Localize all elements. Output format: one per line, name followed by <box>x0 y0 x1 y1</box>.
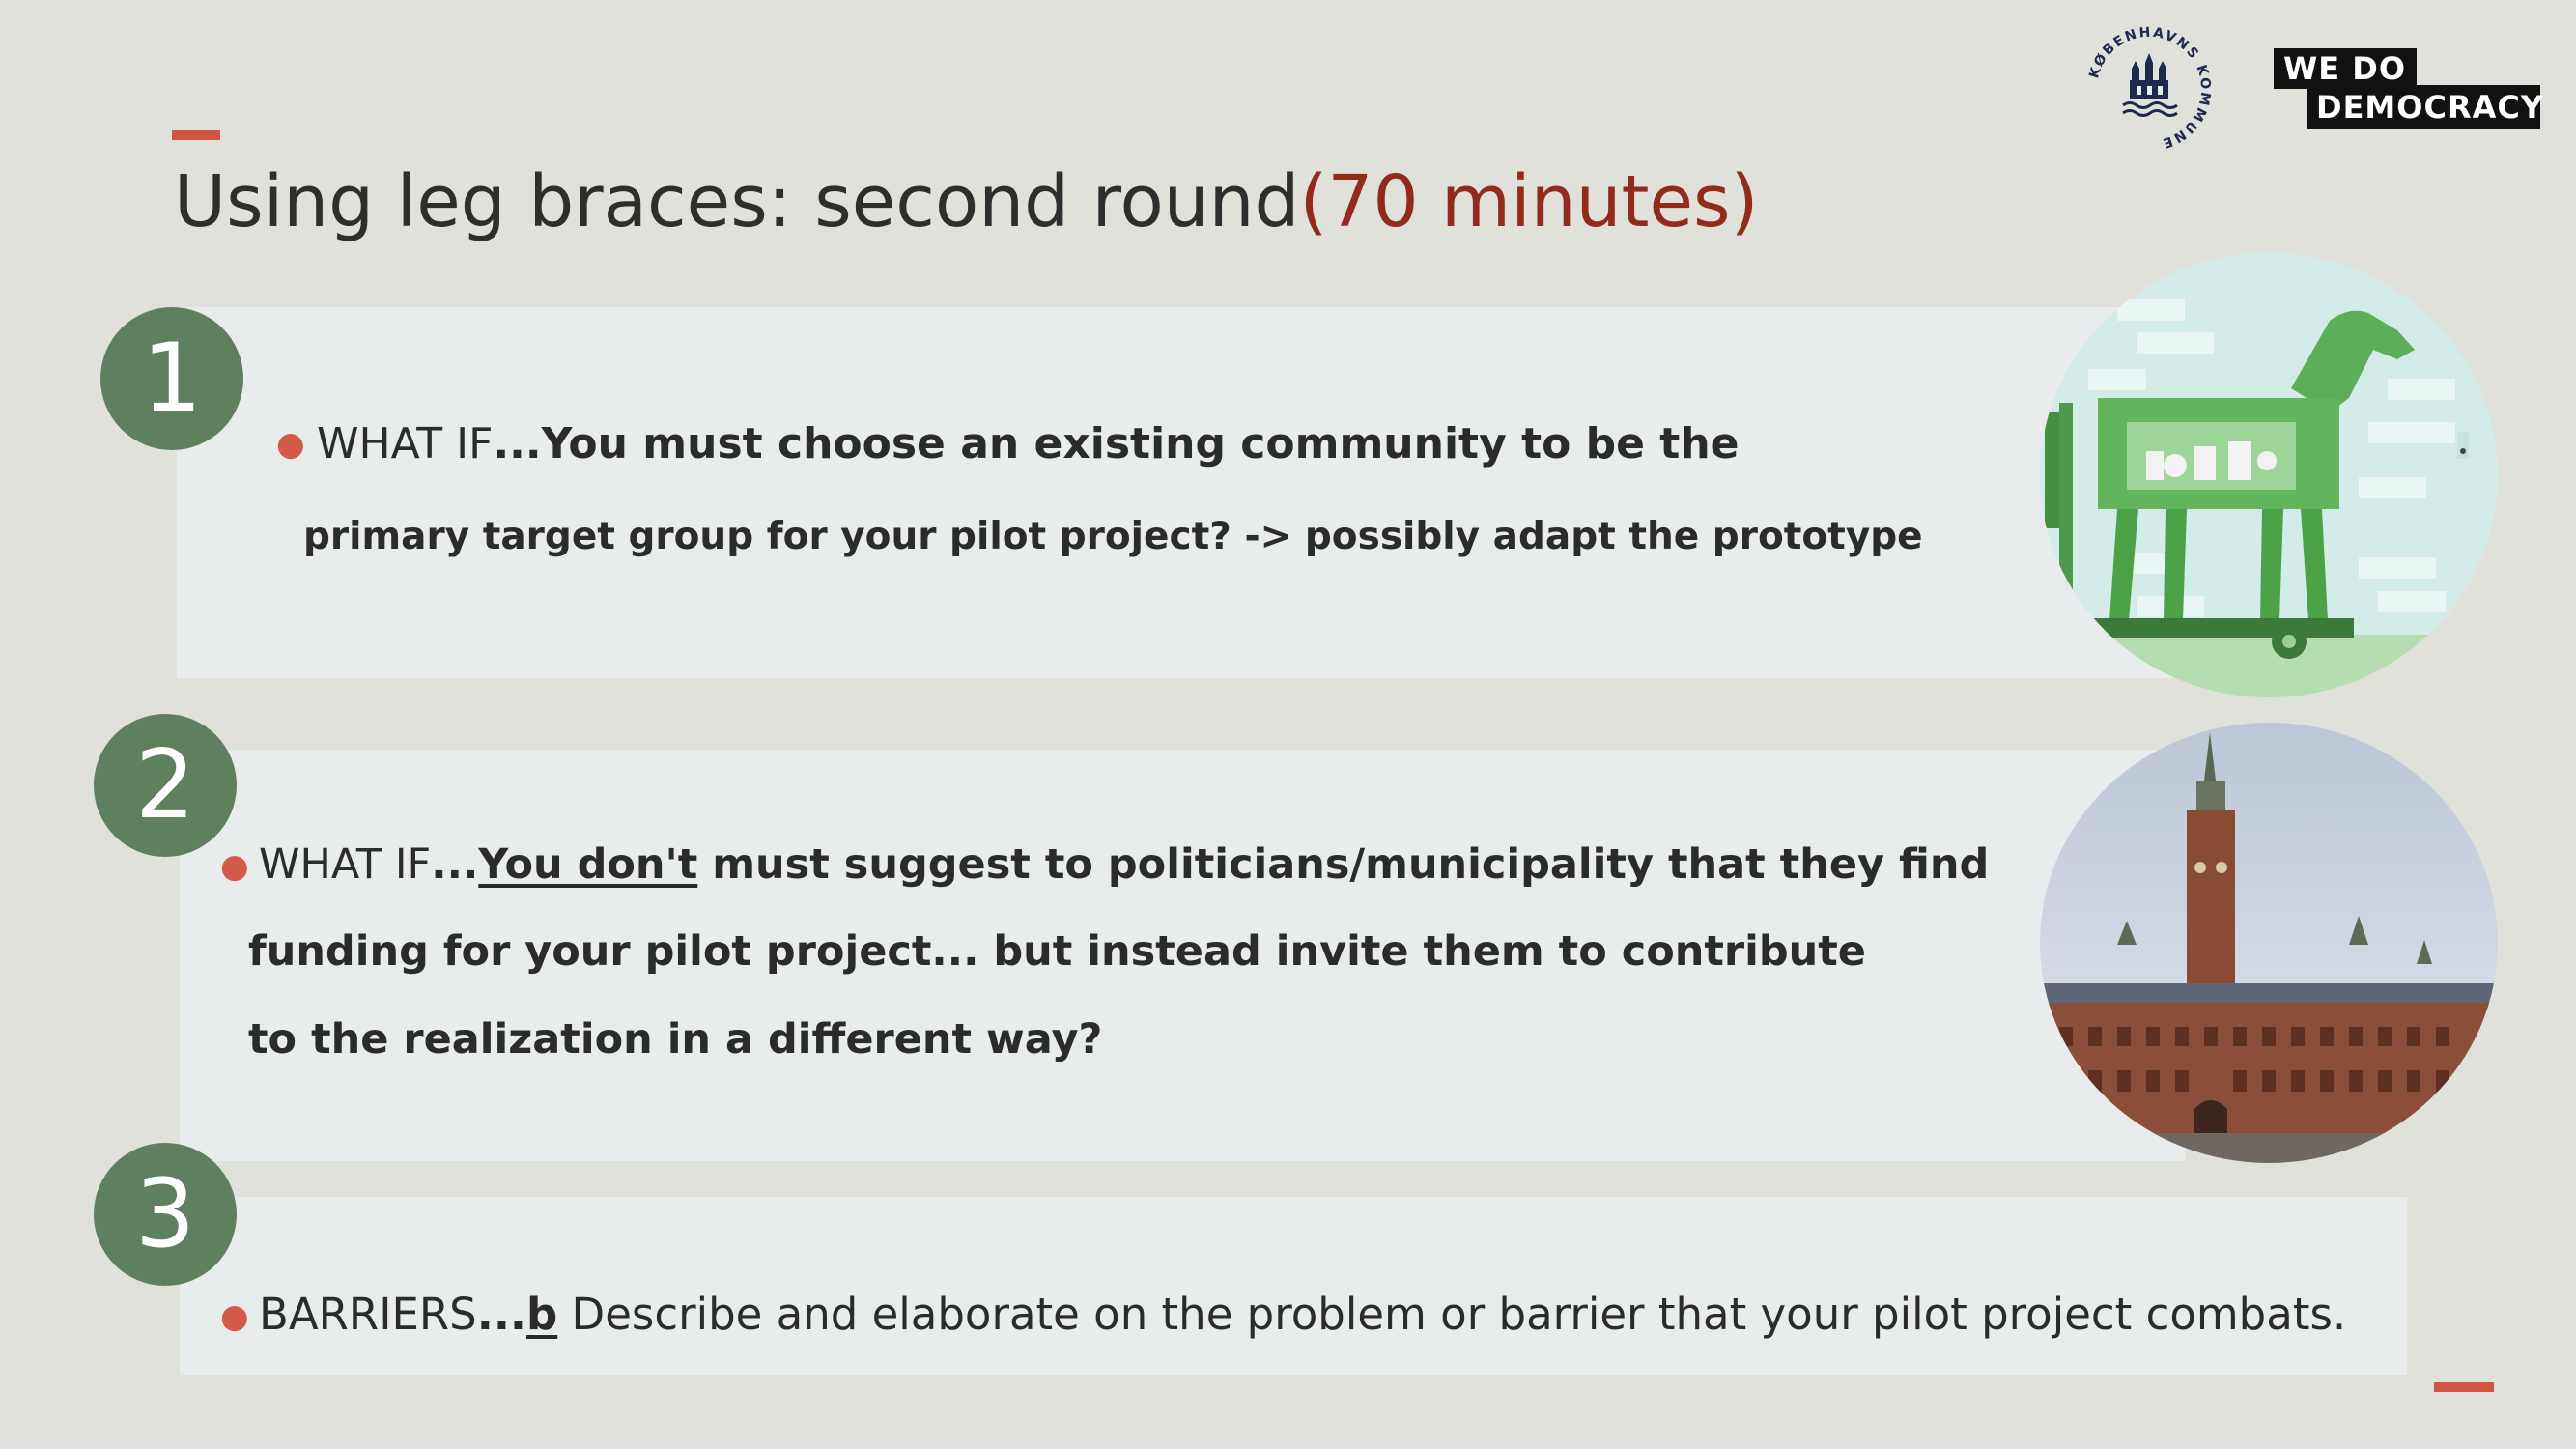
item-3-underlined: b <box>526 1289 558 1340</box>
wedo-logo-line2: DEMOCRACY <box>2307 85 2543 129</box>
trojan-horse-image <box>2040 253 2498 697</box>
item-3-ellipsis: ... <box>476 1289 527 1340</box>
item-number-3: 3 <box>94 1143 237 1286</box>
city-hall-image <box>2040 723 2498 1163</box>
item-2-text: must suggest to politicians/municipality… <box>697 840 1990 889</box>
trojan-horse-icon <box>2040 253 2498 697</box>
kobenhavns-kommune-logo: KØBENHAVNS KOMMUNE <box>2086 25 2211 152</box>
item-2-line-2: funding for your pilot project... but in… <box>248 927 1866 976</box>
item-1-line-1: WHAT IF...You must choose an existing co… <box>317 419 1740 470</box>
we-do-democracy-logo: WE DO DEMOCRACY <box>2274 48 2543 129</box>
bullet-icon: ● <box>276 425 305 464</box>
item-panel-1 <box>177 307 2186 678</box>
item-2-ellipsis: ... <box>431 840 479 889</box>
item-number-2: 2 <box>94 714 237 857</box>
accent-bar-bottom <box>2434 1382 2494 1392</box>
item-panel-3 <box>180 1197 2407 1375</box>
item-3-line-1: BARRIERS...b Describe and elaborate on t… <box>259 1289 2346 1341</box>
item-1-text: You must choose an existing community to… <box>541 419 1740 469</box>
item-1-line-2: primary target group for your pilot proj… <box>303 515 1923 558</box>
item-1-lead: WHAT IF <box>317 419 494 469</box>
item-2-line-1: WHAT IF...You don't must suggest to poli… <box>259 840 1989 891</box>
wedo-logo-line1: WE DO <box>2274 48 2417 89</box>
bullet-icon: ● <box>220 1297 249 1336</box>
item-1-ellipsis: ... <box>493 419 542 469</box>
bullet-icon: ● <box>220 847 249 886</box>
title-duration: (70 minutes) <box>1299 160 1759 243</box>
item-3-text: Describe and elaborate on the problem or… <box>557 1289 2347 1340</box>
city-hall-icon <box>2040 723 2498 1163</box>
item-2-underlined: You don't <box>478 840 698 889</box>
item-number-1: 1 <box>100 307 243 450</box>
title-text: Using leg braces: second round <box>174 160 1300 243</box>
accent-bar-top <box>172 130 220 140</box>
item-2-line-3: to the realization in a different way? <box>248 1015 1103 1064</box>
item-3-lead: BARRIERS <box>259 1289 477 1340</box>
slide-title: Using leg braces: second round(70 minute… <box>174 159 1758 245</box>
item-2-lead: WHAT IF <box>259 840 432 889</box>
